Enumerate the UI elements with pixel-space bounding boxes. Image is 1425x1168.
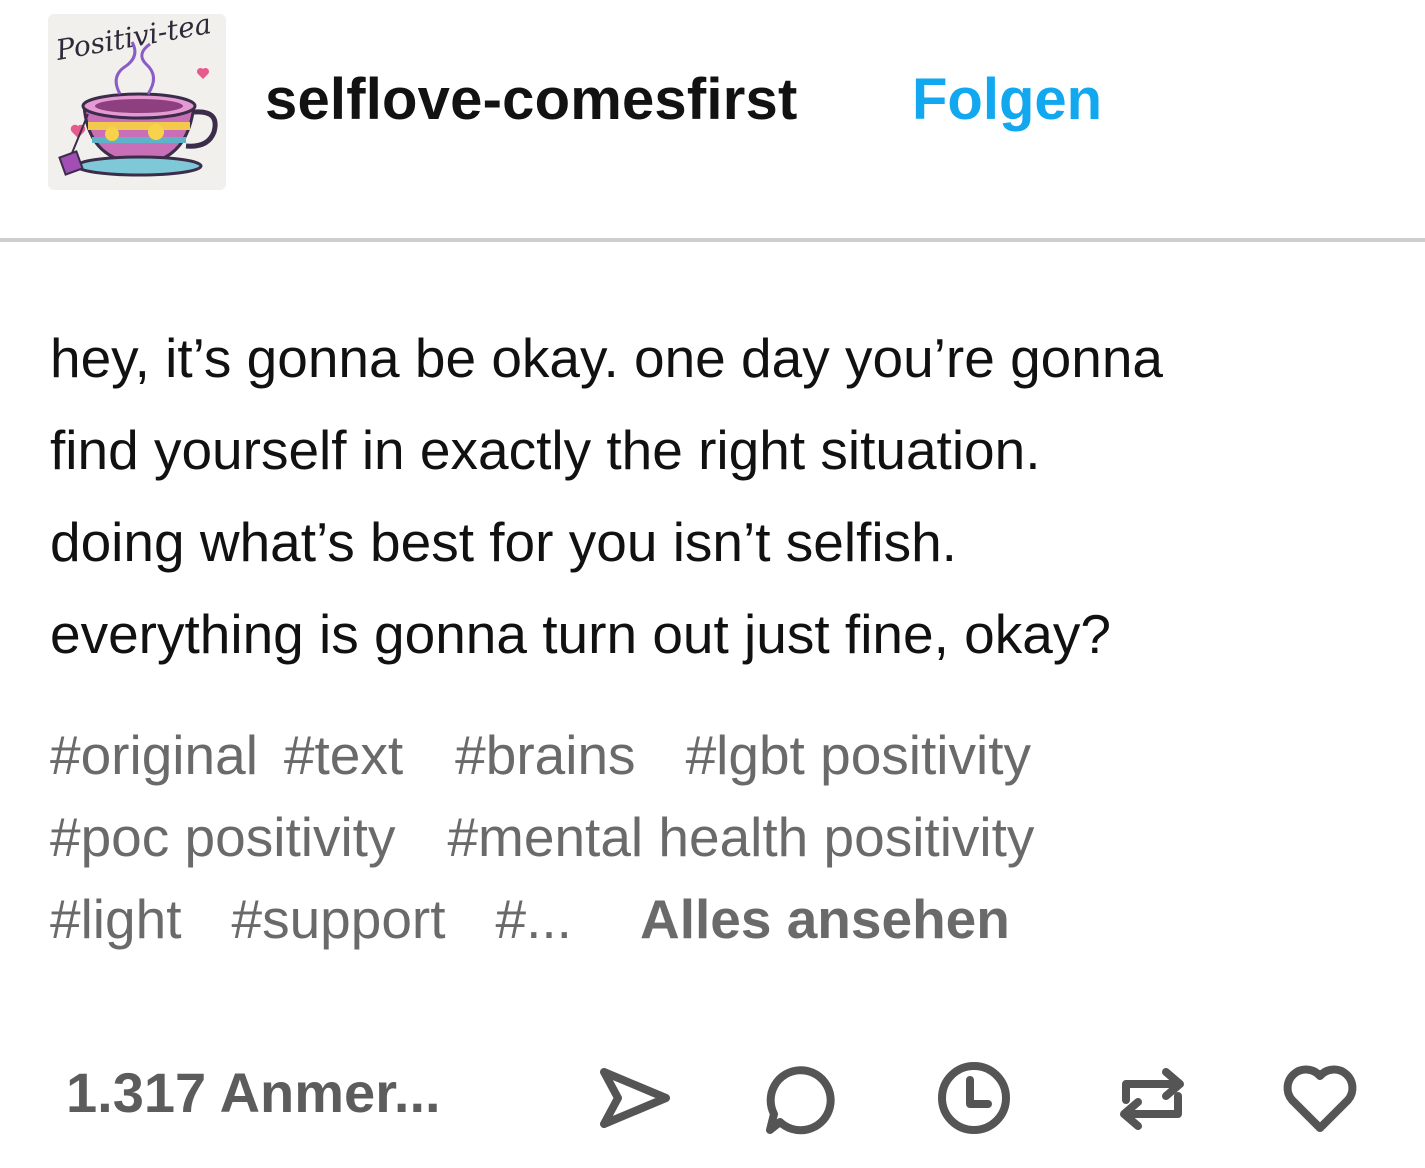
history-button[interactable] bbox=[932, 1056, 1016, 1140]
reblog-button[interactable] bbox=[1110, 1056, 1194, 1140]
like-button[interactable] bbox=[1278, 1056, 1362, 1140]
tag-mental-health-positivity[interactable]: #mental health positivity bbox=[447, 802, 1034, 872]
tag-poc-positivity[interactable]: #poc positivity bbox=[50, 802, 395, 872]
blog-avatar[interactable]: Positivi-tea bbox=[48, 14, 226, 190]
reply-icon bbox=[766, 1066, 835, 1135]
tag-more[interactable]: #... bbox=[496, 884, 572, 954]
see-all-tags-button[interactable]: Alles ansehen bbox=[640, 884, 1010, 954]
blog-name-link[interactable]: selflove-comesfirst bbox=[265, 66, 797, 133]
tag-lgbt-positivity[interactable]: #lgbt positivity bbox=[686, 720, 1031, 790]
history-icon bbox=[938, 1062, 1010, 1134]
tag-light[interactable]: #light bbox=[50, 884, 181, 954]
reply-button[interactable] bbox=[756, 1056, 840, 1140]
tag-row: #original #text #brains #lgbt positivity bbox=[50, 720, 1390, 802]
post-header: Positivi-tea selflove-comesfirst Folgen bbox=[0, 0, 1425, 240]
post-text-line: hey, it’s gonna be okay. one day you’re … bbox=[50, 327, 1164, 389]
share-button[interactable] bbox=[592, 1056, 676, 1140]
post-text-line: doing what’s best for you isn’t selfish. bbox=[50, 511, 957, 573]
reblog-icon bbox=[1120, 1068, 1184, 1130]
tag-row: #poc positivity #mental health positivity bbox=[50, 802, 1390, 884]
post-text-line: everything is gonna turn out just fine, … bbox=[50, 603, 1111, 665]
post-text-line: find yourself in exactly the right situa… bbox=[50, 419, 1041, 481]
teacup-logo-image: Positivi-tea bbox=[53, 14, 218, 177]
tag-original[interactable]: #original bbox=[50, 720, 258, 790]
tag-text[interactable]: #text bbox=[284, 720, 403, 790]
tag-row: #light #support #... Alles ansehen bbox=[50, 884, 1390, 966]
share-icon bbox=[600, 1068, 670, 1128]
notes-count-button[interactable]: 1.317 Anmer... bbox=[66, 1060, 441, 1125]
like-icon bbox=[1283, 1065, 1357, 1132]
follow-button[interactable]: Folgen bbox=[912, 66, 1102, 133]
post-footer: 1.317 Anmer... bbox=[0, 1040, 1425, 1150]
tag-support[interactable]: #support bbox=[231, 884, 445, 954]
tag-brains[interactable]: #brains bbox=[455, 720, 635, 790]
tag-list: #original #text #brains #lgbt positivity #p… bbox=[50, 720, 1390, 966]
header-divider bbox=[0, 238, 1425, 242]
post-body: hey, it’s gonna be okay. one day you’re … bbox=[50, 312, 1390, 680]
